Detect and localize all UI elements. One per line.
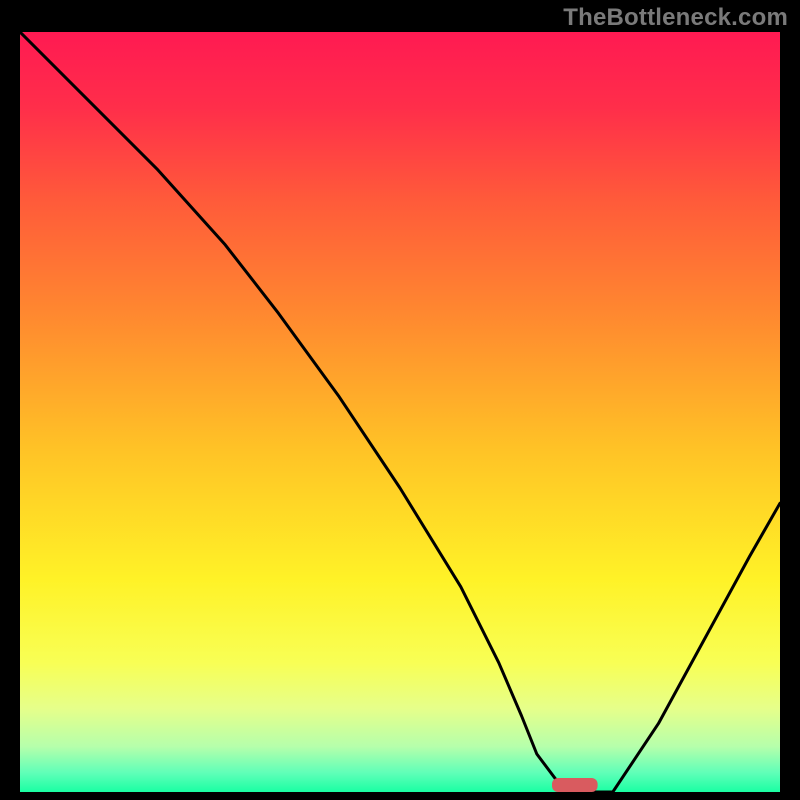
chart-svg [20,32,780,792]
plot-area [20,32,780,792]
optimum-marker [552,778,598,792]
watermark-text: TheBottleneck.com [563,4,788,32]
chart-frame: TheBottleneck.com [0,0,800,800]
